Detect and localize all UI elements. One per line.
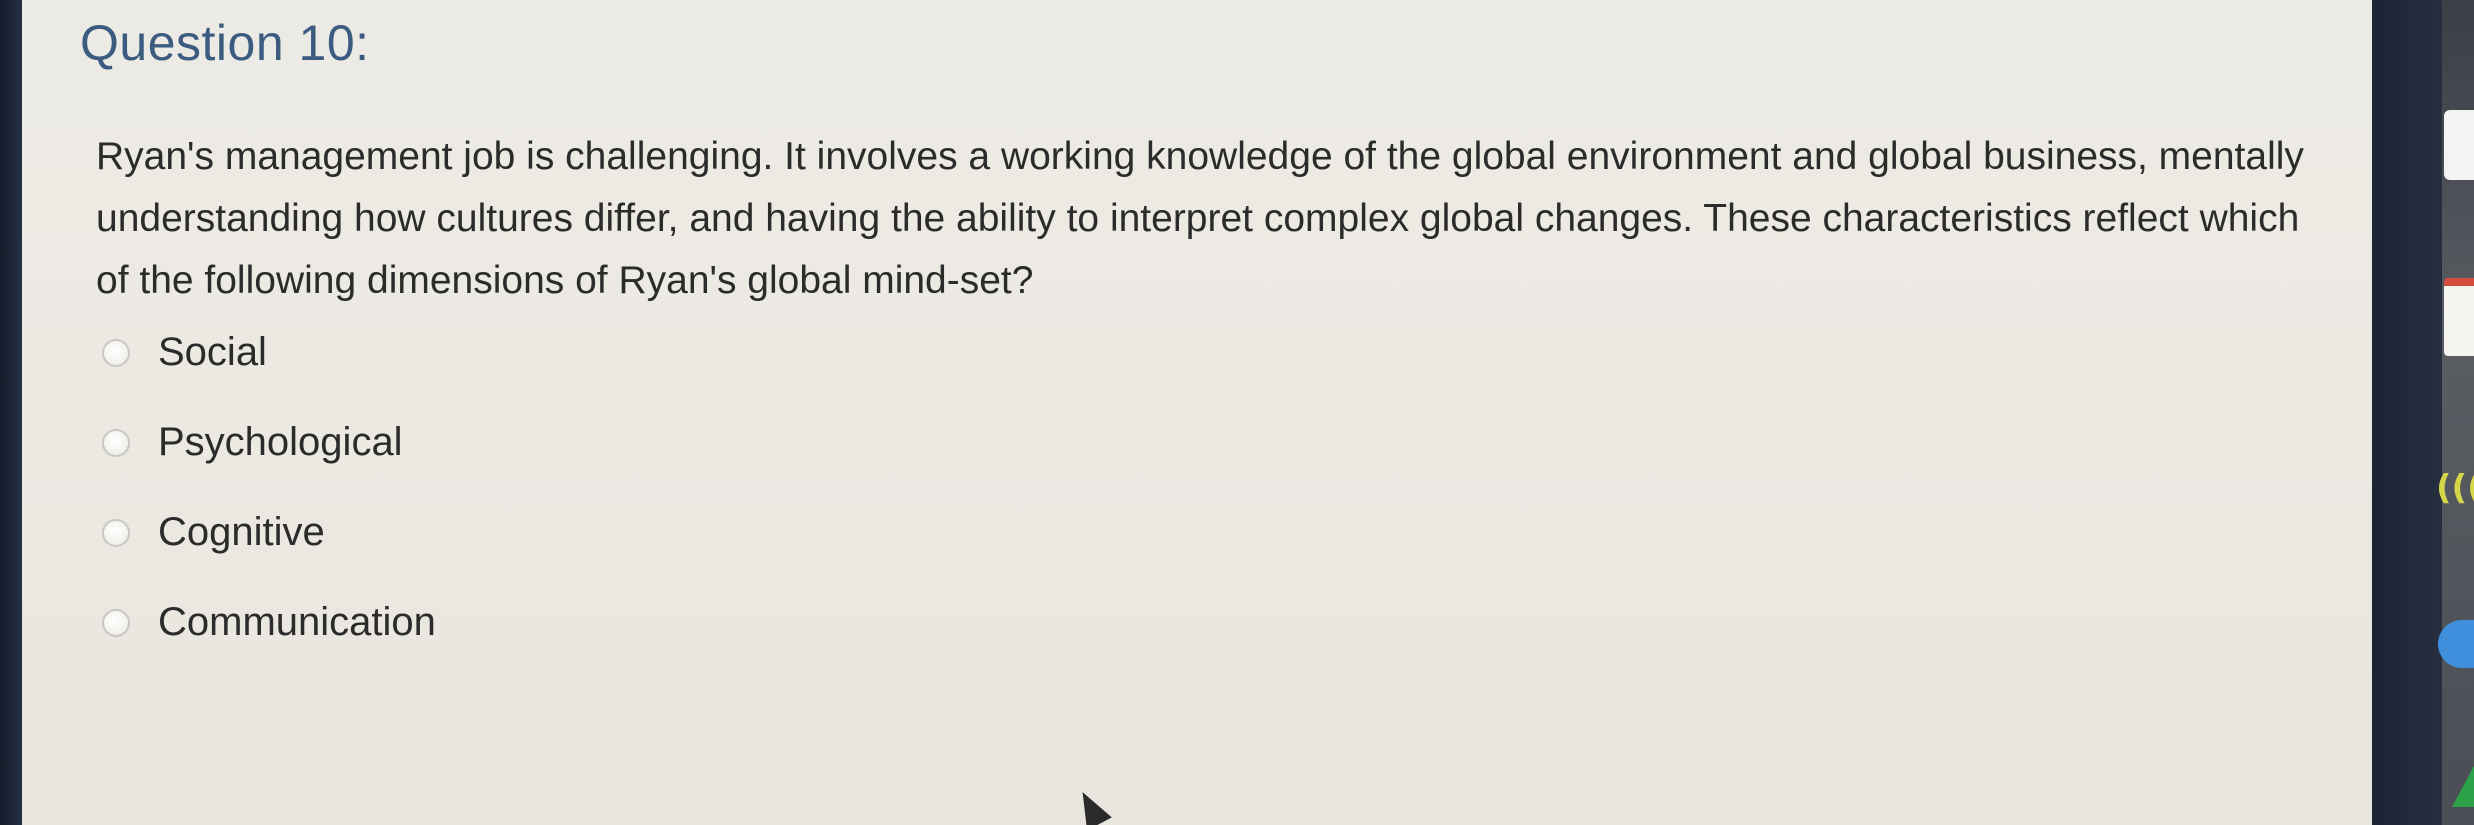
radio-button[interactable] [102,428,130,457]
mouse-cursor-icon [1070,785,1112,825]
option-social[interactable]: Social [102,330,267,375]
radio-button[interactable] [102,608,130,637]
option-label: Psychological [158,420,403,464]
quiz-page: Question 10: Ryan's management job is ch… [22,0,2372,825]
option-label: Communication [158,600,436,644]
option-communication[interactable]: Communication [102,600,436,645]
notes-icon[interactable] [2444,278,2474,356]
option-label: Social [158,330,267,374]
dock-app-icon[interactable] [2444,110,2474,180]
wifi-icon[interactable]: ((( [2436,468,2474,508]
option-label: Cognitive [158,510,325,554]
dock-edge: ((( [2372,0,2474,825]
option-cognitive[interactable]: Cognitive [102,510,325,555]
screen-bezel-left [0,0,22,825]
question-text: Ryan's management job is challenging. It… [96,135,2304,302]
question-title: Question 10: [80,15,370,71]
drive-icon[interactable] [2452,755,2474,807]
radio-button[interactable] [102,518,130,547]
radio-button[interactable] [102,338,130,367]
option-psychological[interactable]: Psychological [102,420,403,465]
